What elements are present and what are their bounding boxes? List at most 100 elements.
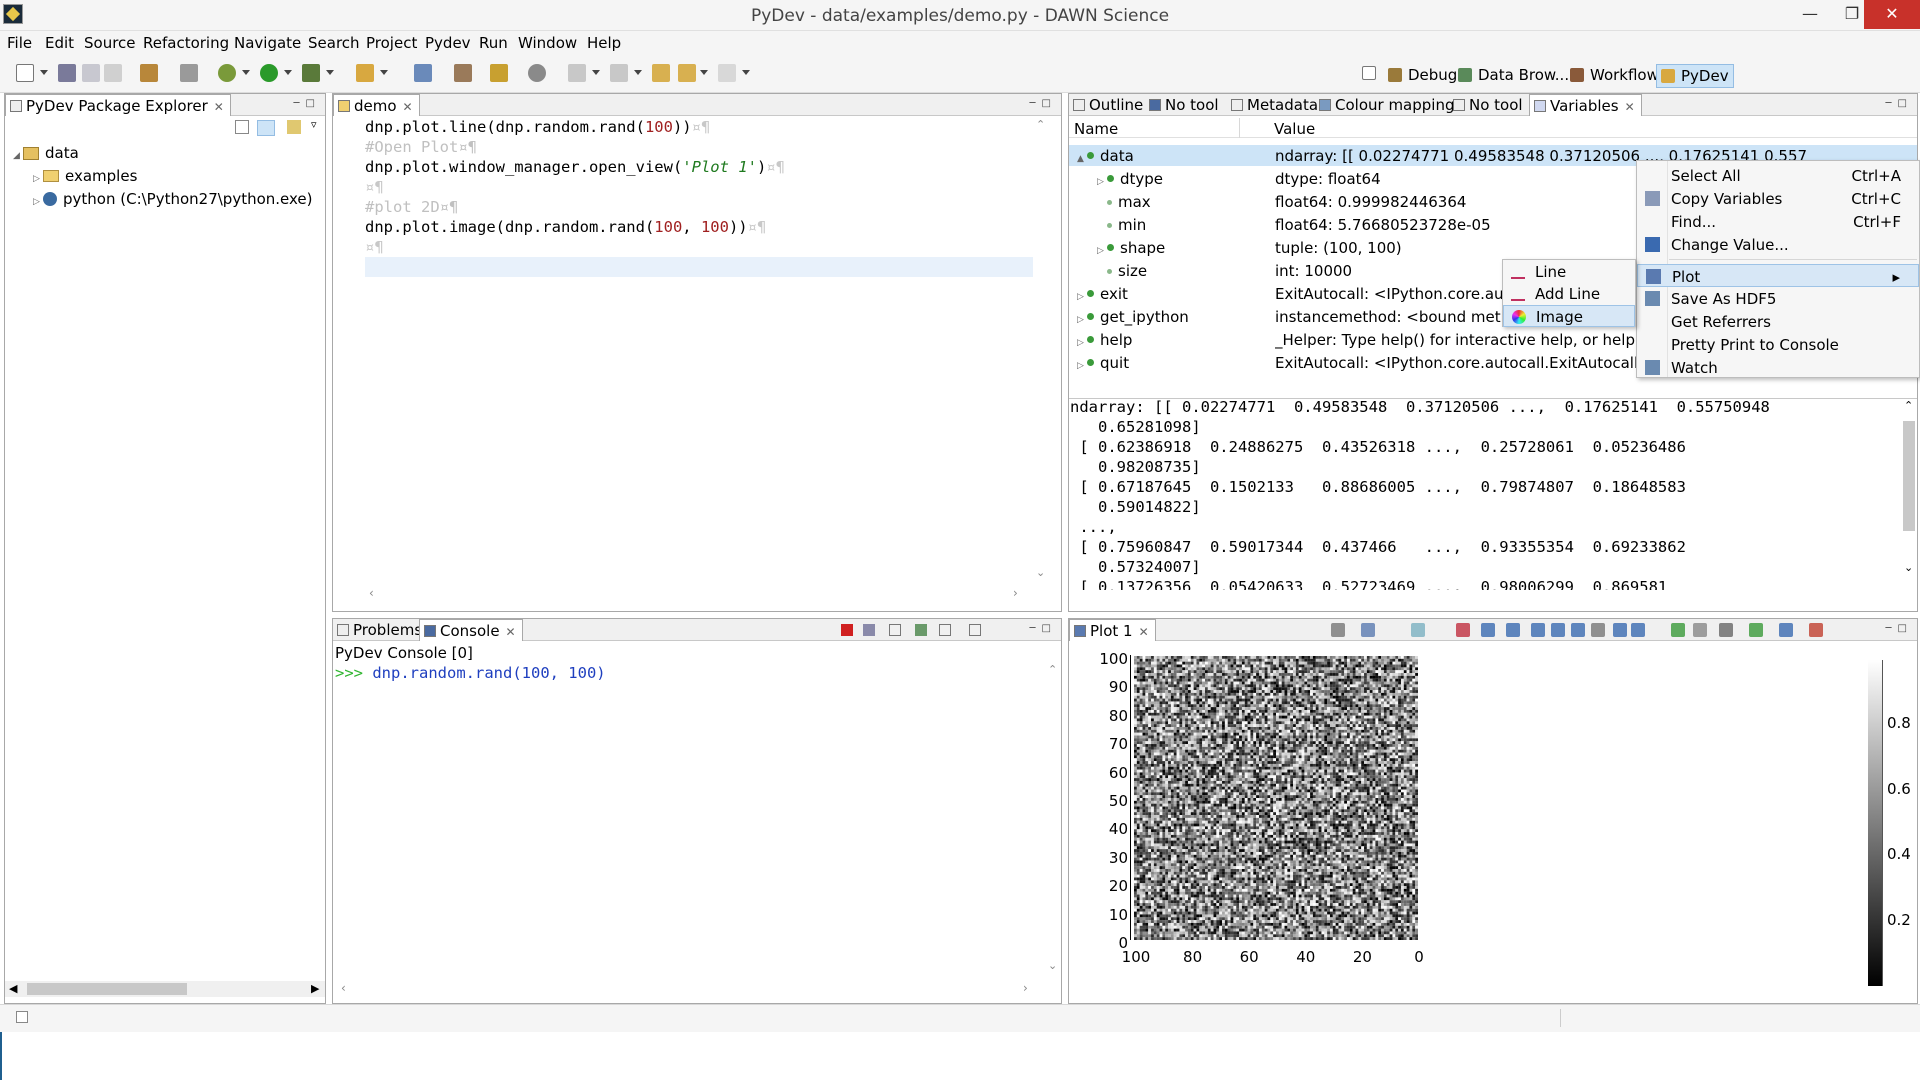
scroll-right-icon[interactable]: › [1023,981,1028,995]
code-line[interactable]: ¤¶ [365,178,384,196]
submenu-item-line[interactable]: Line [1503,261,1635,283]
tab-variables[interactable]: Variables ✕ [1529,94,1642,116]
context-menu-item-save-as-hdf5[interactable]: Save As HDF5 [1637,287,1919,310]
column-name[interactable]: Name [1074,120,1118,138]
minimize-maximize-icon[interactable]: ─□ [1886,623,1913,634]
x-zoom-icon[interactable] [1506,623,1520,637]
save-all-icon[interactable] [82,64,100,82]
scroll-down-icon[interactable]: ⌄ [1048,959,1057,972]
close-tab-icon[interactable]: ✕ [1625,100,1635,114]
code-line[interactable]: dnp.plot.window_manager.open_view('Plot … [365,158,785,176]
pydev-icon[interactable] [356,64,374,82]
minimize-maximize-icon[interactable]: ─□ [1030,623,1057,634]
expand-arrow-icon[interactable]: ▲ [1077,154,1087,164]
variable-row-shape[interactable]: ▷ shape [1097,239,1165,257]
variable-row-help[interactable]: ▷ help [1077,331,1132,349]
save-console-icon[interactable] [863,624,875,636]
next-annotation-icon[interactable] [568,64,586,82]
menu-window[interactable]: Window [518,34,577,52]
tab-colour-mapping[interactable]: Colour mapping [1315,94,1460,116]
menu-help[interactable]: Help [587,34,621,52]
new-icon[interactable] [16,64,34,82]
scroll-right-icon[interactable]: › [1013,586,1018,600]
scroll-up-icon[interactable]: ⌃ [1048,663,1057,676]
tree-item-examples[interactable]: ▷ examples [33,167,137,185]
close-tab-icon[interactable]: ✕ [403,100,413,114]
forward-icon[interactable] [718,64,736,82]
minimize-maximize-icon[interactable]: ─□ [294,98,321,109]
run-icon[interactable] [260,64,278,82]
context-menu-item-find[interactable]: Find... Ctrl+F [1637,210,1919,233]
print-icon[interactable] [104,64,122,82]
diagonal-cursor-icon[interactable] [1631,623,1645,637]
close-tab-icon[interactable]: ✕ [506,625,516,639]
search-icon[interactable] [414,64,432,82]
expand-arrow-icon[interactable]: ▷ [1077,338,1087,348]
axes-icon[interactable] [1361,623,1375,637]
terminate-icon[interactable] [841,624,853,636]
pan-icon[interactable] [1591,623,1605,637]
context-menu-item-select-all[interactable]: Select All Ctrl+A [1637,164,1919,187]
link-editor-icon[interactable] [257,120,275,136]
crosshair-icon[interactable] [1456,623,1470,637]
annotation-icon[interactable] [490,64,508,82]
debug-icon[interactable] [218,64,236,82]
scroll-up-icon[interactable]: ⌃ [1036,118,1045,131]
expand-arrow-icon[interactable]: ▷ [1077,315,1087,325]
context-menu-item-get-referrers[interactable]: Get Referrers [1637,310,1919,333]
context-menu-item-change-value[interactable]: Change Value... [1637,233,1919,256]
expand-arrow-icon[interactable]: ▷ [1077,292,1087,302]
expand-arrow-icon[interactable]: ▷ [1097,246,1107,256]
build-icon[interactable] [180,64,198,82]
configure-icon[interactable] [1331,623,1345,637]
external-tools-icon[interactable] [302,64,320,82]
menu-file[interactable]: File [7,34,32,52]
scroll-up-icon[interactable]: ⌃ [1904,399,1913,412]
menu-pydev[interactable]: Pydev [425,34,471,52]
editor-hscroll[interactable]: ‹ › [365,586,1033,602]
menu-search[interactable]: Search [308,34,360,52]
print-plot-icon[interactable] [1719,623,1733,637]
tab-demo[interactable]: demo ✕ [333,94,420,116]
tab-outline[interactable]: Outline [1069,94,1149,116]
perspective-debug[interactable]: Debug [1384,64,1461,88]
back-icon[interactable] [678,64,696,82]
scroll-thumb[interactable] [27,983,187,995]
expand-arrow-icon[interactable]: ▷ [1097,177,1107,187]
colour-icon[interactable] [1809,623,1823,637]
menu-source[interactable]: Source [84,34,136,52]
zoom-out-icon[interactable] [1571,623,1585,637]
tab-problems[interactable]: Problems [333,619,428,641]
variable-row-min[interactable]: min [1097,216,1146,234]
redo-icon[interactable] [1693,623,1707,637]
menu-project[interactable]: Project [366,34,417,52]
last-edit-icon[interactable] [652,64,670,82]
submenu-item-add-line[interactable]: Add Line [1503,283,1635,305]
view-menu-icon[interactable]: ▿ [311,118,317,131]
aspect-icon[interactable] [1779,623,1793,637]
menu-navigate[interactable]: Navigate [234,34,301,52]
detail-vscroll[interactable]: ⌃ ⌄ [1901,399,1917,579]
tab-no-tool-2[interactable]: No tool [1449,94,1529,116]
variable-row-data[interactable]: ▲ data [1077,147,1134,165]
scroll-left-icon[interactable]: ◀ [9,982,17,995]
collapse-all-icon[interactable] [235,120,249,134]
menu-edit[interactable]: Edit [45,34,74,52]
zoom-in-icon[interactable] [1551,623,1565,637]
close-icon[interactable]: ✕ [1864,0,1920,29]
console-input-line[interactable]: >>> dnp.random.rand(100, 100) [335,664,606,682]
open-perspective-icon[interactable] [1362,66,1376,80]
series-icon[interactable] [1411,623,1425,637]
menu-refactoring[interactable]: Refactoring [143,34,229,52]
globe-icon[interactable] [528,64,546,82]
tab-plot-1[interactable]: Plot 1 ✕ [1069,619,1156,641]
cursor-icon[interactable] [1613,623,1627,637]
undo-icon[interactable] [1671,623,1685,637]
save-icon[interactable] [58,64,76,82]
tree-item-data[interactable]: ◢ data [13,144,79,162]
expand-arrow-icon[interactable]: ▷ [1077,361,1087,371]
perspective-workflow[interactable]: Workflow [1566,64,1663,88]
open-console-icon[interactable] [969,624,981,636]
zoom-box-icon[interactable] [1481,623,1495,637]
context-menu-item-plot[interactable]: Plot ▸ [1637,264,1919,287]
